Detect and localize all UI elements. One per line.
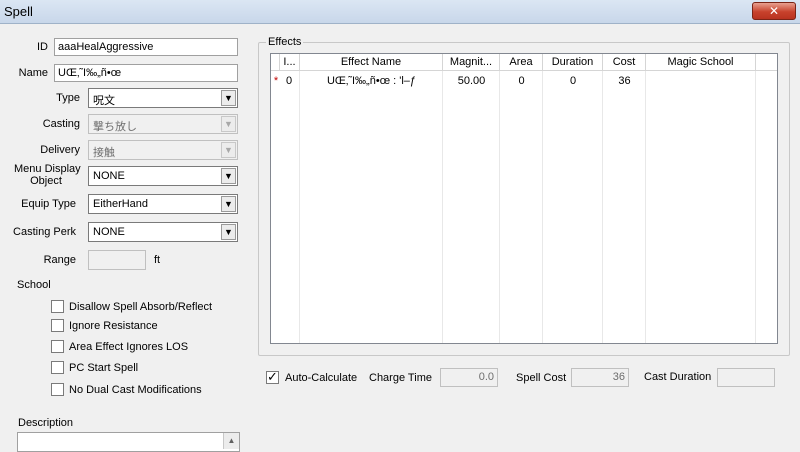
- no-dual-cast-modifications-checkbox[interactable]: [51, 383, 64, 396]
- range-label: Range: [43, 254, 76, 266]
- school-label: School: [17, 279, 51, 291]
- cast-duration-label: Cast Duration: [644, 371, 712, 383]
- range-unit: ft: [154, 254, 161, 266]
- area-effect-ignores-los-label: Area Effect Ignores LOS: [69, 341, 189, 353]
- equip-type-select[interactable]: EitherHand ▼: [88, 194, 238, 214]
- chevron-down-icon: ▼: [221, 196, 236, 212]
- effects-list[interactable]: I... Effect Name Magnit... Area Duration…: [270, 53, 778, 344]
- pc-start-spell-label: PC Start Spell: [69, 362, 139, 374]
- range-field: [88, 250, 146, 270]
- description-label: Description: [18, 417, 74, 429]
- row-index: 0: [285, 75, 293, 87]
- id-field[interactable]: aaaHealAggressive: [54, 38, 238, 56]
- casting-perk-label: Casting Perk: [13, 226, 76, 238]
- charge-time-field: 0.0: [440, 368, 498, 387]
- auto-calculate-label: Auto-Calculate: [285, 372, 358, 384]
- chevron-down-icon: ▼: [221, 90, 236, 106]
- name-label: Name: [18, 67, 48, 79]
- id-label: ID: [37, 41, 48, 53]
- column-divider: [499, 71, 500, 343]
- equip-type-label: Equip Type: [21, 198, 76, 210]
- column-header-filler: [756, 54, 777, 71]
- column-header-index[interactable]: I...: [280, 54, 300, 71]
- delivery-select: 接触 ▼: [88, 140, 238, 160]
- no-dual-cast-modifications-label: No Dual Cast Modifications: [69, 384, 202, 396]
- ignore-resistance-checkbox[interactable]: [51, 319, 64, 332]
- close-button[interactable]: ✕: [752, 2, 796, 20]
- cast-duration-field: [717, 368, 775, 387]
- menu-display-value: NONE: [93, 170, 125, 182]
- menu-display-object-select[interactable]: NONE ▼: [88, 166, 238, 186]
- column-divider: [755, 71, 756, 343]
- spell-cost-field: 36: [571, 368, 629, 387]
- column-divider: [299, 71, 300, 343]
- column-header-magnitude[interactable]: Magnit...: [443, 54, 500, 71]
- description-textarea[interactable]: ▲: [17, 432, 240, 452]
- column-divider: [602, 71, 603, 343]
- type-label: Type: [56, 92, 80, 104]
- scroll-up-icon[interactable]: ▲: [223, 433, 239, 449]
- equip-type-value: EitherHand: [93, 198, 149, 210]
- row-effect-name: UŒ‚˜I‰„ñ•œ : 'l–ƒ: [326, 75, 417, 87]
- window-title: Spell: [4, 4, 33, 19]
- chevron-down-icon: ▼: [221, 224, 236, 240]
- row-cost: 36: [618, 75, 631, 87]
- ignore-resistance-label: Ignore Resistance: [69, 320, 158, 332]
- casting-perk-select[interactable]: NONE ▼: [88, 222, 238, 242]
- column-divider: [442, 71, 443, 343]
- casting-perk-value: NONE: [93, 226, 125, 238]
- column-header-area[interactable]: Area: [500, 54, 543, 71]
- casting-select: 撃ち放し ▼: [88, 114, 238, 134]
- column-divider: [645, 71, 646, 343]
- menu-display-object-label: Menu Display Object: [14, 163, 81, 187]
- spell-cost-label: Spell Cost: [516, 372, 567, 384]
- row-area: 0: [518, 75, 525, 87]
- delivery-label: Delivery: [40, 144, 80, 156]
- row-marker: *: [273, 75, 279, 87]
- name-field[interactable]: UŒ‚˜I‰„ñ•œ: [54, 64, 238, 82]
- close-icon: ✕: [768, 4, 780, 18]
- area-effect-ignores-los-checkbox[interactable]: [51, 340, 64, 353]
- type-value: 呪文: [93, 95, 115, 107]
- menu-display-label-line1: Menu Display: [14, 163, 81, 175]
- chevron-down-icon: ▼: [221, 168, 236, 184]
- auto-calculate-checkbox[interactable]: [266, 369, 279, 385]
- pc-start-spell-checkbox[interactable]: [51, 361, 64, 374]
- disallow-absorb-reflect-checkbox[interactable]: [51, 300, 64, 313]
- column-header-magic-school[interactable]: Magic School: [646, 54, 756, 71]
- row-duration: 0: [569, 75, 577, 87]
- casting-value: 撃ち放し: [93, 121, 137, 133]
- delivery-value: 接触: [93, 147, 115, 159]
- casting-label: Casting: [42, 118, 80, 130]
- column-header-duration[interactable]: Duration: [543, 54, 603, 71]
- column-header-effect-name[interactable]: Effect Name: [300, 54, 443, 71]
- chevron-down-icon: ▼: [221, 116, 236, 132]
- row-magnitude: 50.00: [457, 75, 486, 87]
- column-header-cost[interactable]: Cost: [603, 54, 646, 71]
- charge-time-label: Charge Time: [369, 372, 432, 384]
- disallow-absorb-reflect-label: Disallow Spell Absorb/Reflect: [69, 301, 213, 313]
- type-select[interactable]: 呪文 ▼: [88, 88, 238, 108]
- menu-display-label-line2: Object: [30, 175, 62, 187]
- column-header-marker: [271, 54, 280, 71]
- chevron-down-icon: ▼: [221, 142, 236, 158]
- column-divider: [542, 71, 543, 343]
- title-bar: Spell ✕: [0, 0, 800, 24]
- effects-group-title: Effects: [266, 36, 304, 48]
